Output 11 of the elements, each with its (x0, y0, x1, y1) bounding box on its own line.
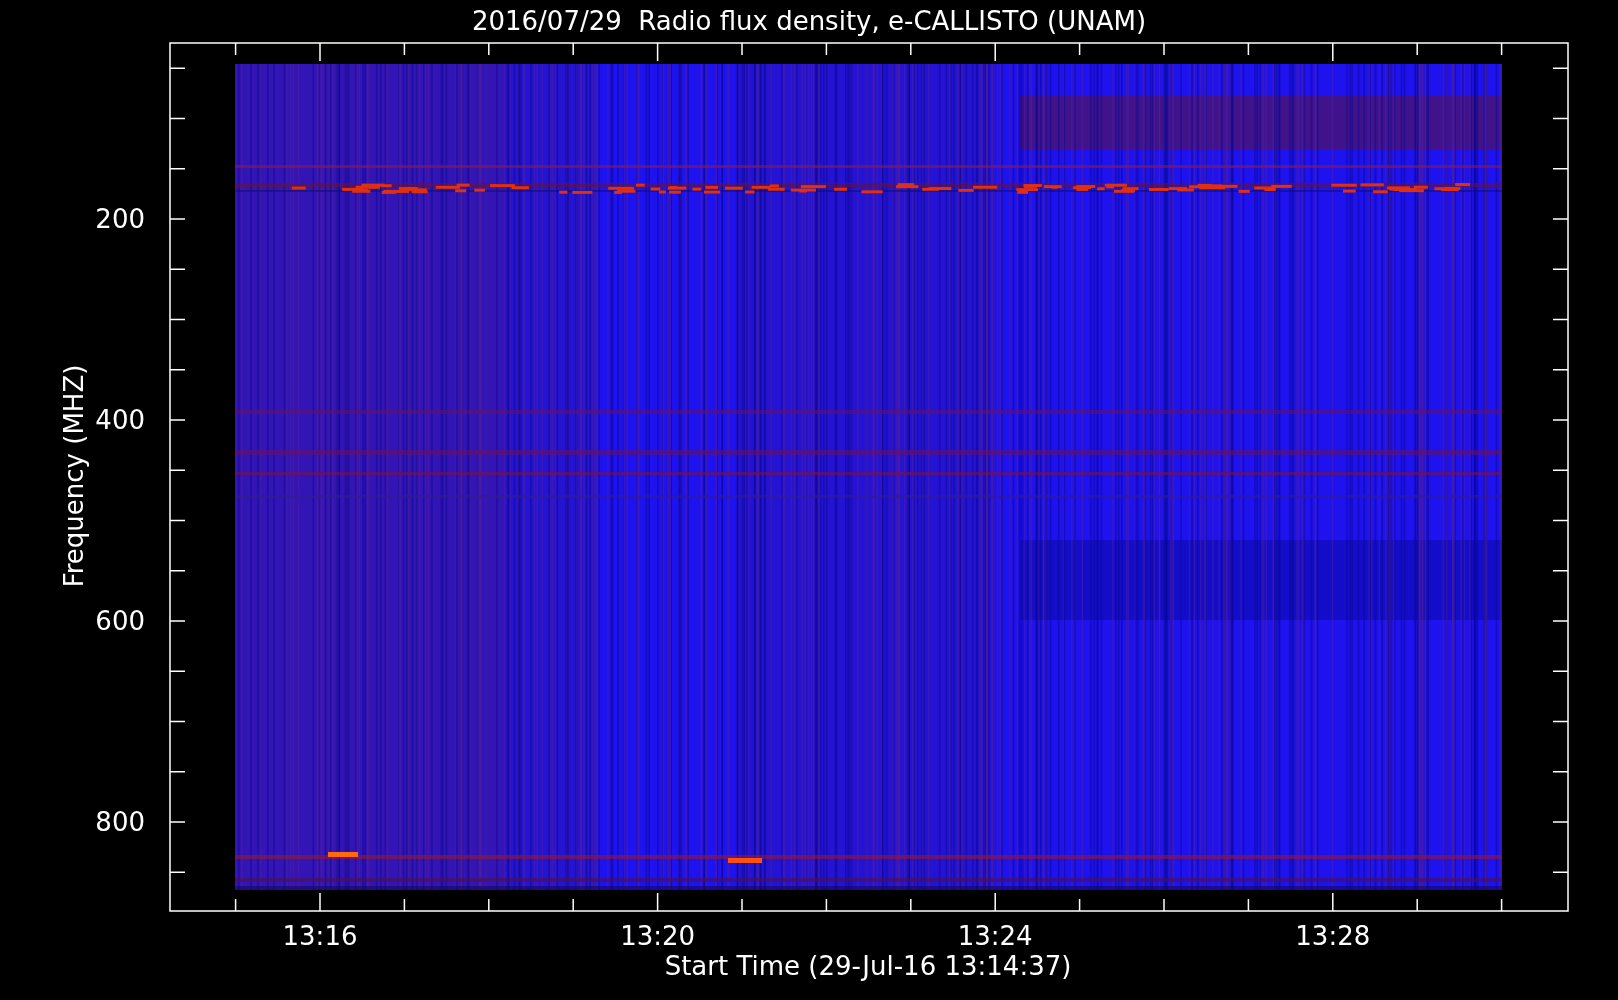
y-tick-label: 600 (95, 606, 145, 636)
x-tick-label: 13:28 (1295, 921, 1371, 951)
y-tick-label: 400 (95, 405, 145, 435)
y-tick-label: 800 (95, 807, 145, 837)
chart-title: 2016/07/29 Radio flux density, e-CALLISTO (UNAM) (471, 6, 1147, 36)
x-tick-label: 13:20 (620, 921, 696, 951)
x-axis-label: Start Time (29-Jul-16 13:14:37) (664, 951, 1072, 981)
x-tick-label: 13:16 (282, 921, 358, 951)
x-tick-label: 13:24 (957, 921, 1033, 951)
y-axis-label: Frequency (MHZ) (59, 364, 89, 588)
y-tick-label: 200 (95, 204, 145, 234)
